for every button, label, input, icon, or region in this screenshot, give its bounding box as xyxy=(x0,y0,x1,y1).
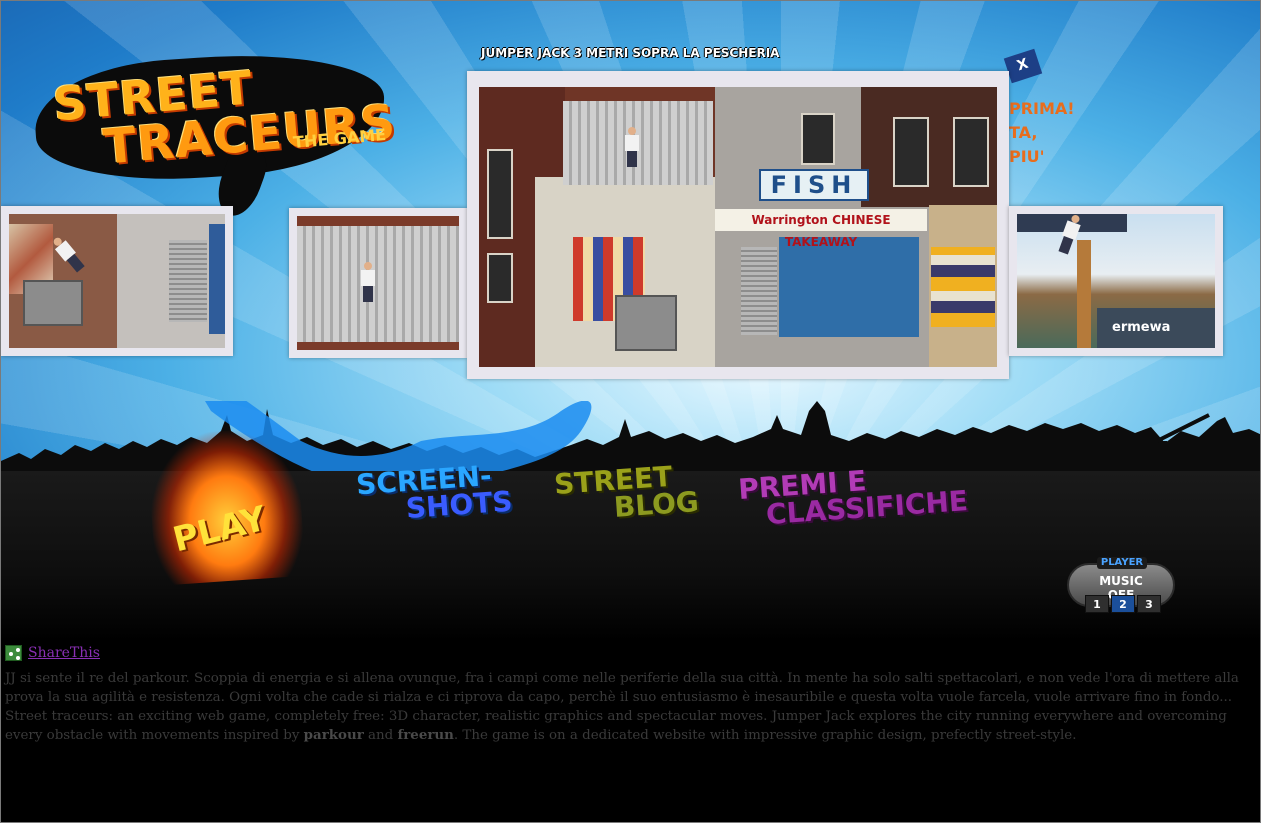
scene-tarp xyxy=(297,226,459,342)
obscured-text-line: PIU' xyxy=(1009,147,1045,166)
scene-dumpster xyxy=(615,295,677,351)
screenshot-thumbnail-2[interactable] xyxy=(289,208,467,358)
scene-posters xyxy=(931,247,995,327)
screenshot-scene: ermewa xyxy=(1017,214,1215,348)
description-bold-parkour: parkour xyxy=(303,727,364,743)
player-title: PLAYER xyxy=(1097,557,1147,569)
screenshot-scene xyxy=(9,214,225,348)
share-icon[interactable] xyxy=(5,645,22,661)
obscured-text-line: PRIMA! xyxy=(1009,99,1075,118)
track-button-3[interactable]: 3 xyxy=(1137,595,1161,613)
gallery-caption: JUMPER JACK 3 METRI SOPRA LA PESCHERIA xyxy=(481,46,780,60)
track-selector: 1 2 3 xyxy=(1085,595,1161,613)
music-player: PLAYER MUSIC OFF 1 2 3 xyxy=(1067,557,1175,615)
screenshot-thumbnail-3[interactable]: ermewa xyxy=(1009,206,1223,356)
screenshot-thumbnail-1[interactable] xyxy=(1,206,233,356)
scene-window xyxy=(953,117,989,187)
scene-dumpster xyxy=(23,280,83,326)
play-button[interactable]: PLAY xyxy=(145,425,307,587)
ermewa-logo: ermewa xyxy=(1112,320,1171,335)
game-description: JJ si sente il re del parkour. Scoppia d… xyxy=(5,669,1257,745)
obscured-text-line: TA, xyxy=(1009,123,1038,142)
fish-shop-sign: FISH xyxy=(759,169,869,201)
runner-figure xyxy=(361,262,375,302)
scene-pillar xyxy=(1077,240,1091,348)
description-text: and xyxy=(363,728,398,743)
runner-figure xyxy=(625,127,639,167)
featured-screenshot[interactable]: FISH Warrington CHINESE TAKEAWAY xyxy=(467,71,1009,379)
track-button-1[interactable]: 1 xyxy=(1085,595,1109,613)
sharethis-link[interactable]: ShareThis xyxy=(28,645,100,661)
takeaway-sign: Warrington CHINESE TAKEAWAY xyxy=(715,209,927,249)
scene-window xyxy=(487,253,513,303)
featured-scene: FISH Warrington CHINESE TAKEAWAY xyxy=(479,87,997,367)
description-text: . The game is on a dedicated website wit… xyxy=(453,728,1077,743)
scene-shutter xyxy=(741,247,777,335)
scene-window xyxy=(801,113,835,165)
scene-shutter xyxy=(169,240,207,322)
street-traceurs-logo[interactable]: STREET TRACEURS THE GAME xyxy=(31,27,398,222)
fire-icon xyxy=(145,425,307,587)
screenshots-button[interactable]: SCREEN- SHOTS xyxy=(355,459,513,526)
screenshot-scene xyxy=(297,216,459,350)
scene-door xyxy=(209,224,225,334)
description-bold-freerun: freerun xyxy=(397,727,454,743)
obscured-promo-text: PRIMA! TA, PIU' xyxy=(1009,97,1075,169)
scene-window xyxy=(487,149,513,239)
share-widget: ShareThis xyxy=(5,645,100,661)
track-button-2[interactable]: 2 xyxy=(1111,595,1135,613)
page-stage: STREET TRACEURS THE GAME JUMPER JACK 3 M… xyxy=(0,0,1261,823)
street-blog-button[interactable]: STREET BLOG xyxy=(553,460,700,525)
scene-window xyxy=(893,117,929,187)
